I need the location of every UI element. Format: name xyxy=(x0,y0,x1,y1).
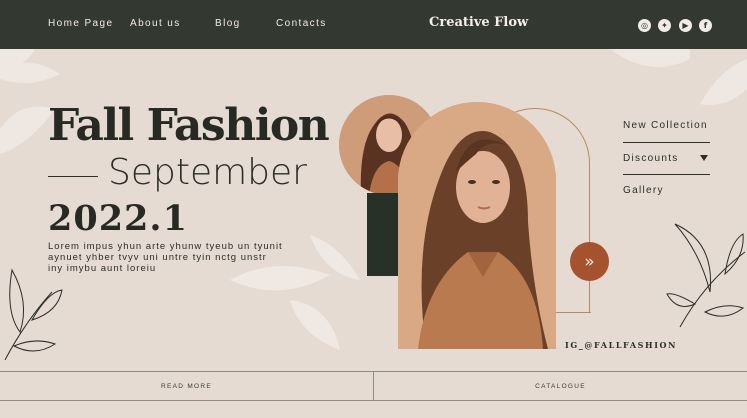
nav-home-link[interactable]: Home Page xyxy=(48,18,113,29)
hero-divider-line xyxy=(48,176,98,177)
hero-month: September xyxy=(108,152,307,193)
double-chevron-right-icon: » xyxy=(584,251,595,272)
line-art-branch-decoration xyxy=(4,268,63,361)
nav-about-link[interactable]: About us xyxy=(130,18,181,29)
side-menu-divider xyxy=(623,142,710,143)
model-main-arch-photo xyxy=(398,102,556,349)
hero-body-copy: Lorem impus yhun arte yhunw tyeub un tyu… xyxy=(48,241,283,274)
next-arrow-button[interactable]: » xyxy=(570,242,609,281)
side-menu-divider xyxy=(623,174,710,175)
footer-bottom-rule xyxy=(0,400,747,401)
catalogue-button[interactable]: CATALOGUE xyxy=(374,372,747,400)
nav-blog-link[interactable]: Blog xyxy=(215,18,241,29)
instagram-handle[interactable]: IG_@FALLFASHION xyxy=(565,340,677,350)
youtube-icon[interactable]: ▶ xyxy=(679,19,692,32)
side-menu-discounts[interactable]: Discounts xyxy=(623,153,679,164)
arch-outline-decoration xyxy=(550,312,591,313)
hero-year: 2022.1 xyxy=(48,198,188,239)
instagram-icon[interactable]: ◎ xyxy=(638,19,651,32)
brand-logo-text[interactable]: Creative Flow xyxy=(429,15,528,30)
facebook-icon[interactable]: f xyxy=(699,19,712,32)
top-navigation-bar: Home Page About us Blog Contacts Creativ… xyxy=(0,0,747,49)
background-leaves-decoration xyxy=(610,49,747,105)
side-menu-gallery[interactable]: Gallery xyxy=(623,185,664,196)
dropdown-caret-icon[interactable] xyxy=(700,155,708,161)
dark-green-accent-block xyxy=(367,193,398,276)
line-art-branch-decoration xyxy=(666,223,746,328)
twitter-icon[interactable]: ✦ xyxy=(658,19,671,32)
nav-contacts-link[interactable]: Contacts xyxy=(276,18,327,29)
read-more-button[interactable]: READ MORE xyxy=(0,372,373,400)
hero-title: Fall Fashion xyxy=(48,100,330,151)
side-menu-new-collection[interactable]: New Collection xyxy=(623,120,708,131)
